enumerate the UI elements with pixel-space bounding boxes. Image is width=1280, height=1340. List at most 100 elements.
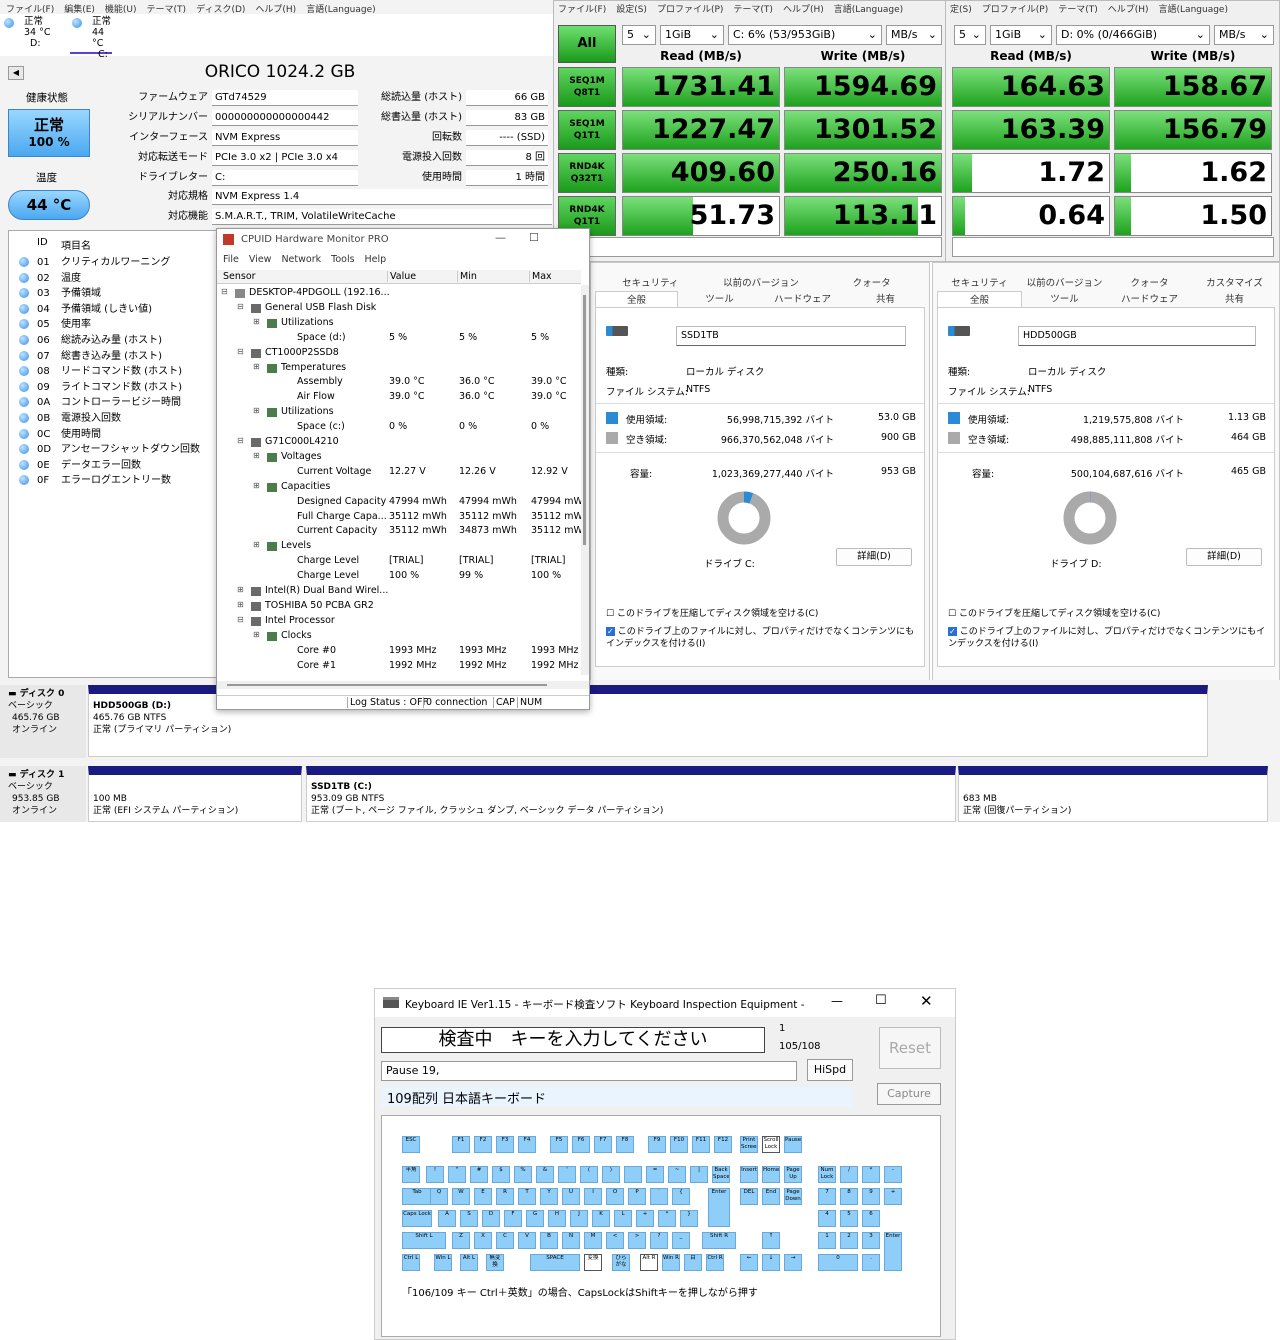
col-max[interactable]: Max xyxy=(529,271,552,282)
key--[interactable]: 無変換 xyxy=(486,1254,504,1271)
tab-bottom-0[interactable]: 全般 xyxy=(937,291,1022,307)
key-f10[interactable]: F10 xyxy=(670,1136,688,1153)
menu-theme[interactable]: テーマ(T) xyxy=(733,5,773,15)
hw-hscrollbar[interactable] xyxy=(217,681,589,689)
expand-icon[interactable]: ⊞ xyxy=(253,362,260,371)
tab-bottom-1[interactable]: ツール xyxy=(678,291,761,305)
key-f3[interactable]: F3 xyxy=(496,1136,514,1153)
key-alt-r[interactable]: Alt R xyxy=(640,1254,658,1271)
sensor-row[interactable]: Space (c:) 0 % 0 % 0 % xyxy=(217,420,581,435)
sensor-row[interactable]: ⊞ Utilizations xyxy=(217,316,581,331)
menu-language[interactable]: 言語(Language) xyxy=(1159,5,1228,15)
test-label-button[interactable]: SEQ1M Q1T1 xyxy=(558,110,616,150)
disk1-partition-efi[interactable]: 100 MB 正常 (EFI システム パーティション) xyxy=(88,766,302,822)
sensor-row[interactable]: ⊟ Intel Processor xyxy=(217,614,581,629)
key-4[interactable]: 4 xyxy=(818,1210,836,1227)
sensor-row[interactable]: Space (d:) 5 % 5 % 5 % xyxy=(217,331,581,346)
key-1[interactable]: 1 xyxy=(818,1232,836,1249)
key-shift-l[interactable]: Shift L xyxy=(402,1232,446,1249)
col-value[interactable]: Value xyxy=(387,271,416,282)
menu-profile[interactable]: プロファイル(P) xyxy=(982,5,1048,15)
tab-0[interactable]: セキュリティ xyxy=(937,275,1022,289)
key-p[interactable]: P xyxy=(628,1188,646,1205)
key-scroll-lock[interactable]: Scroll Lock xyxy=(762,1136,780,1153)
expand-icon[interactable]: ⊟ xyxy=(221,287,228,296)
volume-name-input[interactable]: SSD1TB xyxy=(676,326,906,346)
key-f2[interactable]: F2 xyxy=(474,1136,492,1153)
key-f11[interactable]: F11 xyxy=(692,1136,710,1153)
key-ctrl-l[interactable]: Ctrl L xyxy=(402,1254,420,1271)
tab-bottom-2[interactable]: ハードウェア xyxy=(1107,291,1192,305)
key--[interactable]: → xyxy=(784,1254,802,1271)
key--[interactable]: ! xyxy=(426,1166,444,1183)
drive-tab-d[interactable]: 正常 34 °C D: xyxy=(2,16,58,49)
sensor-row[interactable]: ⊞ Clocks xyxy=(217,629,581,644)
sensor-row[interactable]: Assembly 39.0 °C 36.0 °C 39.0 °C xyxy=(217,375,581,390)
sensor-row[interactable]: ⊞ Levels xyxy=(217,539,581,554)
close-icon[interactable]: ✕ xyxy=(920,992,933,1010)
key-d[interactable]: D xyxy=(482,1210,500,1227)
hw-tree[interactable]: ⊟ DESKTOP-4PDGOLL (192.16... ⊟ General USB … xyxy=(217,285,581,681)
key--[interactable]: * xyxy=(658,1210,676,1227)
key-f[interactable]: F xyxy=(504,1210,522,1227)
expand-icon[interactable]: ⊟ xyxy=(237,302,244,311)
tab-1[interactable]: 以前のバージョン xyxy=(706,275,817,289)
key-f7[interactable]: F7 xyxy=(594,1136,612,1153)
menu-help[interactable]: ヘルプ(H) xyxy=(783,5,824,15)
key--[interactable]: " xyxy=(448,1166,466,1183)
tab-2[interactable]: クォータ xyxy=(816,275,927,289)
sensor-row[interactable]: Charge Level 100 % 99 % 100 % xyxy=(217,569,581,584)
sensor-row[interactable]: Charge Level [TRIAL] [TRIAL] [TRIAL] xyxy=(217,554,581,569)
key-9[interactable]: 9 xyxy=(862,1188,880,1205)
expand-icon[interactable]: ⊟ xyxy=(237,347,244,356)
key--[interactable]: ↑ xyxy=(762,1232,780,1249)
key--[interactable]: 変換 xyxy=(584,1254,602,1271)
key-f12[interactable]: F12 xyxy=(714,1136,732,1153)
key-esc[interactable]: ESC xyxy=(402,1136,420,1153)
sensor-row[interactable]: Core #0 1993 MHz 1993 MHz 1993 MHz xyxy=(217,644,581,659)
key-u[interactable]: U xyxy=(562,1188,580,1205)
key-f8[interactable]: F8 xyxy=(616,1136,634,1153)
key-win-r[interactable]: Win R xyxy=(662,1254,680,1271)
detail-button[interactable]: 詳細(D) xyxy=(836,548,912,566)
test-label-button[interactable]: RND4K Q32T1 xyxy=(558,153,616,193)
menu-settings[interactable]: 設定(S) xyxy=(616,5,647,15)
key--[interactable]: = xyxy=(646,1166,664,1183)
key--[interactable]: - xyxy=(884,1166,902,1183)
tab-bottom-2[interactable]: ハードウェア xyxy=(761,291,844,305)
all-button[interactable]: All xyxy=(558,25,616,63)
tab-0[interactable]: セキュリティ xyxy=(595,275,706,289)
sensor-row[interactable]: ⊟ DESKTOP-4PDGOLL (192.16... xyxy=(217,286,581,301)
menu-view[interactable]: View xyxy=(249,254,272,265)
expand-icon[interactable]: ⊞ xyxy=(237,585,244,594)
key-tab[interactable]: Tab xyxy=(402,1188,432,1205)
sensor-row[interactable]: ⊞ Temperatures xyxy=(217,361,581,376)
key-c[interactable]: C xyxy=(496,1232,514,1249)
key-insert[interactable]: Insert xyxy=(740,1166,758,1183)
key--[interactable]: $ xyxy=(492,1166,510,1183)
comment-field[interactable] xyxy=(952,237,1274,257)
tab-bottom-3[interactable]: 共有 xyxy=(1192,291,1277,305)
key--[interactable]: & xyxy=(536,1166,554,1183)
key-x[interactable]: X xyxy=(474,1232,492,1249)
expand-icon[interactable]: ⊞ xyxy=(237,600,244,609)
key-r[interactable]: R xyxy=(496,1188,514,1205)
count-select[interactable]: 5 ⌄ xyxy=(954,25,986,45)
key-back-space[interactable]: Back Space xyxy=(712,1166,730,1183)
menu-theme[interactable]: テーマ(T) xyxy=(1058,5,1098,15)
key-y[interactable]: Y xyxy=(540,1188,558,1205)
key--[interactable]: 半角 xyxy=(402,1166,420,1183)
tab-3[interactable]: カスタマイズ xyxy=(1192,275,1277,289)
key--[interactable]: ( xyxy=(580,1166,598,1183)
key[interactable] xyxy=(624,1166,642,1183)
menu-help[interactable]: Help xyxy=(365,254,387,265)
key-log-input[interactable]: Pause 19, xyxy=(381,1061,797,1081)
key-q[interactable]: Q xyxy=(430,1188,448,1205)
expand-icon[interactable]: ⊞ xyxy=(253,630,260,639)
size-select[interactable]: 1GiB ⌄ xyxy=(990,25,1052,45)
key-t[interactable]: T xyxy=(518,1188,536,1205)
compress-checkbox[interactable]: ☐ このドライブを圧縮してディスク領域を空ける(C) xyxy=(948,606,1160,619)
disk1-partition-c[interactable]: SSD1TB (C:) 953.09 GB NTFS 正常 (ブート, ページ … xyxy=(306,766,956,822)
key-6[interactable]: 6 xyxy=(862,1210,880,1227)
menu-profile[interactable]: プロファイル(P) xyxy=(657,5,723,15)
